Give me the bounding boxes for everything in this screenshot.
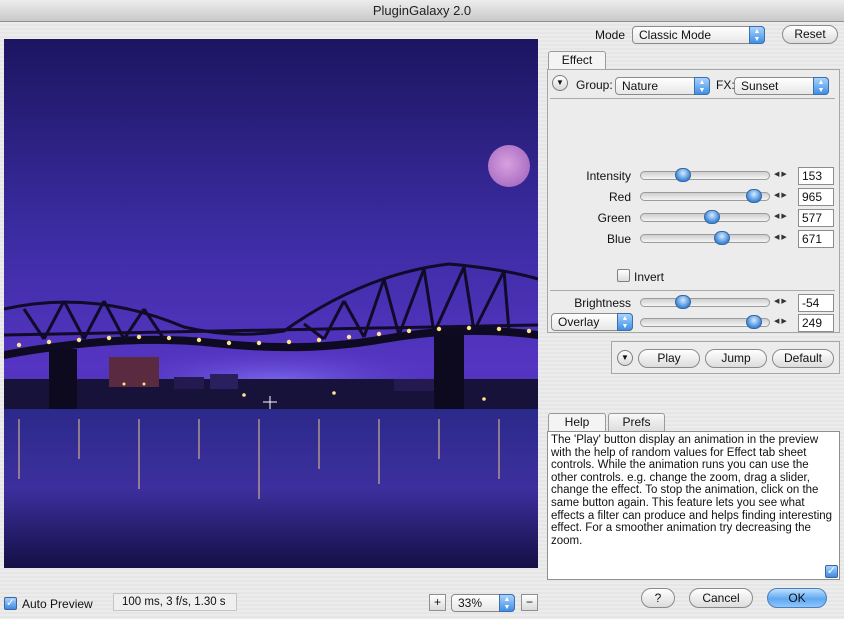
zoom-out-button[interactable]: −	[521, 594, 538, 611]
help-checkbox[interactable]: ✓	[825, 565, 838, 578]
blue-value[interactable]: 671	[798, 230, 834, 248]
chevron-updown-icon: ▲ ▼	[694, 77, 710, 95]
mode-select-value: Classic Mode	[639, 28, 712, 42]
red-value[interactable]: 965	[798, 188, 834, 206]
preview-image[interactable]	[4, 39, 538, 568]
group-select-value: Nature	[622, 79, 659, 93]
blue-stepper-icon[interactable]: ◀▶	[774, 232, 794, 244]
main-window: Mode Classic Mode ▲ ▼ Reset Effect ▼ Grou…	[0, 22, 844, 619]
intensity-stepper-icon[interactable]: ◀▶	[774, 169, 794, 181]
mode-select[interactable]: Classic Mode ▲ ▼	[632, 26, 765, 44]
auto-preview-label: Auto Preview	[22, 597, 93, 611]
slider-thumb[interactable]	[704, 210, 720, 224]
chevron-updown-icon: ▲ ▼	[813, 77, 829, 95]
slider-thumb[interactable]	[746, 189, 762, 203]
red-stepper-icon[interactable]: ◀▶	[774, 190, 794, 202]
tab-prefs[interactable]: Prefs	[608, 413, 665, 431]
brightness-slider[interactable]	[640, 295, 770, 309]
cancel-button[interactable]: Cancel	[689, 588, 753, 608]
blue-slider[interactable]	[640, 231, 770, 245]
intensity-slider[interactable]	[640, 168, 770, 182]
slider-thumb[interactable]	[746, 315, 762, 329]
window-title: PluginGalaxy 2.0	[0, 0, 844, 22]
intensity-label: Intensity	[586, 169, 631, 183]
reset-button[interactable]: Reset	[782, 25, 838, 44]
moon	[488, 145, 530, 187]
jump-button[interactable]: Jump	[705, 349, 767, 368]
blend-value[interactable]: 249	[798, 314, 834, 332]
tab-help[interactable]: Help	[548, 413, 606, 431]
green-label: Green	[597, 211, 631, 225]
help-button[interactable]: ?	[641, 588, 675, 608]
slider-thumb[interactable]	[714, 231, 730, 245]
disclosure-triangle-icon[interactable]: ▼	[617, 350, 633, 366]
bridge-night-scene	[4, 39, 538, 568]
group-select[interactable]: Nature ▲ ▼	[615, 77, 710, 95]
intensity-value[interactable]: 153	[798, 167, 834, 185]
group-label: Group:	[576, 78, 613, 92]
invert-label: Invert	[634, 270, 665, 284]
mode-label: Mode	[595, 28, 626, 42]
auto-preview-checkbox[interactable]: ✓	[4, 597, 17, 610]
blend-mode-select[interactable]: Overlay ▲ ▼	[551, 313, 633, 331]
blend-slider[interactable]	[640, 315, 770, 329]
green-stepper-icon[interactable]: ◀▶	[774, 211, 794, 223]
fx-label: FX:	[716, 78, 735, 92]
zoom-in-button[interactable]: +	[429, 594, 446, 611]
brightness-label: Brightness	[574, 296, 631, 310]
green-slider[interactable]	[640, 210, 770, 224]
blend-mode-value: Overlay	[558, 315, 600, 329]
chevron-updown-icon: ▲ ▼	[499, 594, 515, 612]
fx-select-value: Sunset	[741, 79, 779, 93]
invert-checkbox[interactable]	[617, 269, 630, 282]
slider-thumb[interactable]	[675, 295, 691, 309]
checkmark-icon: ✓	[5, 597, 16, 609]
disclosure-triangle-icon[interactable]: ▼	[552, 75, 568, 91]
status-readout: 100 ms, 3 f/s, 1.30 s	[113, 593, 237, 611]
help-text: The 'Play' button display an animation i…	[547, 431, 840, 580]
chevron-updown-icon: ▲ ▼	[749, 26, 765, 44]
brightness-value[interactable]: -54	[798, 294, 834, 312]
blend-stepper-icon[interactable]: ◀▶	[774, 316, 794, 328]
ok-button[interactable]: OK	[767, 588, 827, 608]
play-button[interactable]: Play	[638, 349, 700, 368]
slider-thumb[interactable]	[675, 168, 691, 182]
brightness-stepper-icon[interactable]: ◀▶	[774, 296, 794, 308]
zoom-select[interactable]: 33% ▲ ▼	[451, 594, 515, 612]
tab-effect[interactable]: Effect	[548, 51, 606, 69]
group-separator	[550, 98, 835, 99]
red-slider[interactable]	[640, 189, 770, 203]
fx-select[interactable]: Sunset ▲ ▼	[734, 77, 829, 95]
zoom-value: 33%	[458, 596, 483, 610]
default-button[interactable]: Default	[772, 349, 834, 368]
checkmark-icon: ✓	[826, 565, 837, 577]
green-value[interactable]: 577	[798, 209, 834, 227]
invert-separator	[550, 290, 835, 291]
chevron-updown-icon: ▲ ▼	[617, 313, 633, 331]
blue-label: Blue	[606, 232, 631, 246]
red-label: Red	[608, 190, 631, 204]
